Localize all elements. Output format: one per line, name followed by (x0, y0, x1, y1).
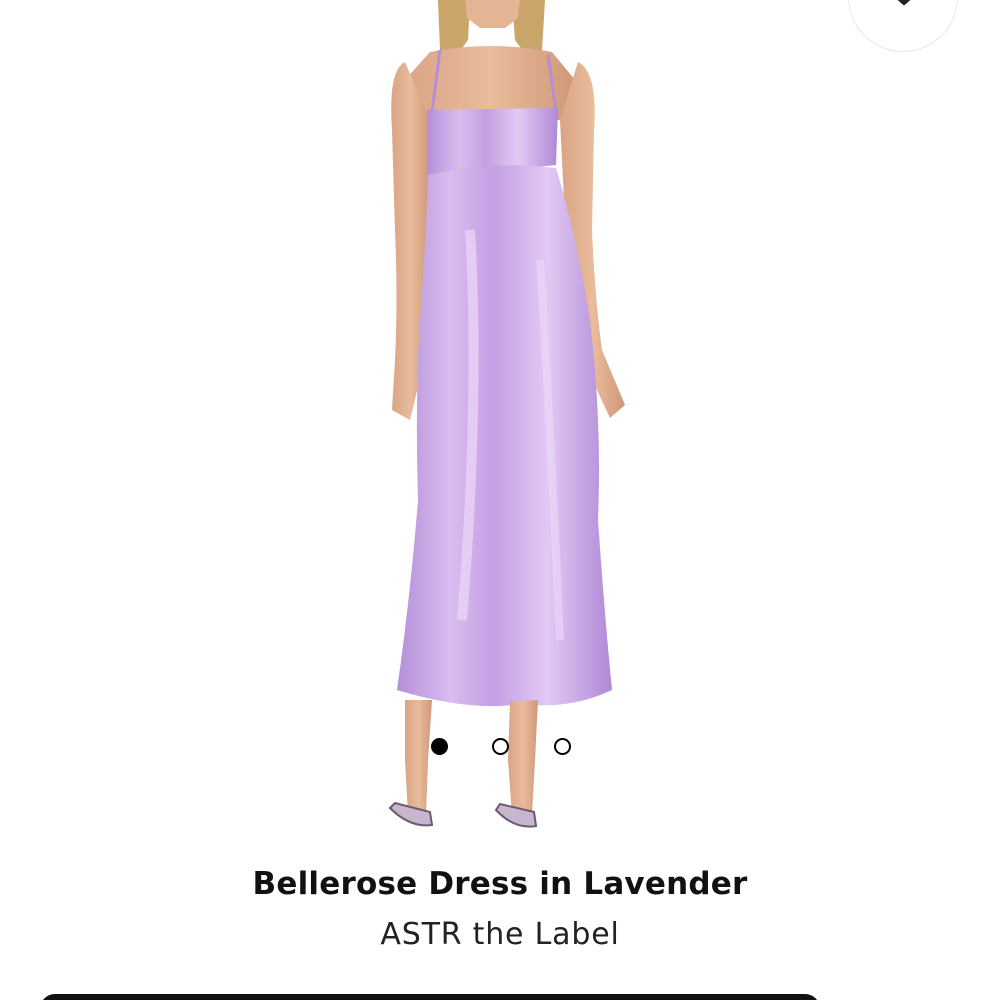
heart-icon (897, 0, 911, 5)
product-page: Bellerose Dress in Lavender ASTR the Lab… (0, 0, 1000, 1000)
product-title: Bellerose Dress in Lavender (252, 866, 748, 902)
carousel-dot-1[interactable] (431, 738, 448, 755)
add-to-bag-button[interactable] (40, 994, 820, 1000)
product-image[interactable] (0, 0, 1000, 860)
image-carousel-indicators (0, 736, 1000, 760)
product-brand[interactable]: ASTR the Label (0, 917, 1000, 952)
carousel-dot-2[interactable] (492, 738, 509, 755)
carousel-dot-3[interactable] (554, 738, 571, 755)
